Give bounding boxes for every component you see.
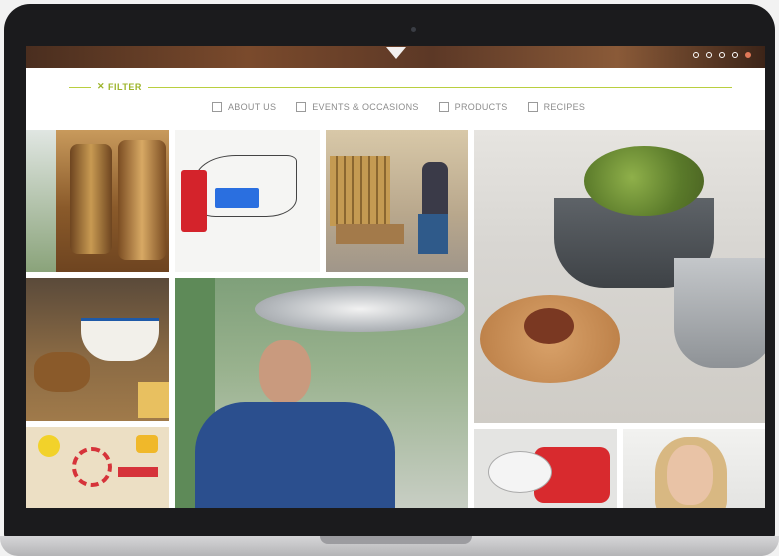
website-screen: ✕ FILTER ABOUT US EVENTS & OCCASIONS PRO…	[26, 46, 765, 508]
filter-toggle[interactable]: ✕ FILTER	[97, 81, 142, 92]
filter-option-about-us[interactable]: ABOUT US	[212, 102, 276, 112]
gallery-tile-product-sketch[interactable]	[175, 130, 320, 272]
filter-bar: ✕ FILTER ABOUT US EVENTS & OCCASIONS PRO…	[26, 68, 765, 130]
checkbox-about-us[interactable]	[212, 102, 222, 112]
filter-label: FILTER	[108, 81, 142, 92]
carousel-dot-1[interactable]	[693, 52, 699, 58]
checkbox-events[interactable]	[296, 102, 307, 112]
gallery-tile-warehouse-worker[interactable]	[326, 130, 468, 272]
carousel-dot-3[interactable]	[719, 52, 725, 58]
gallery-tile-kitchen-tools[interactable]	[26, 427, 169, 508]
close-icon: ✕	[97, 81, 106, 91]
gallery-tile-artichoke-pots[interactable]	[474, 130, 765, 423]
gallery-tile-portrait[interactable]	[623, 429, 765, 508]
divider-line	[69, 87, 91, 88]
gallery-tile-cheese-fondue[interactable]	[26, 278, 169, 421]
filter-option-label: EVENTS & OCCASIONS	[312, 102, 419, 112]
divider-line	[148, 87, 732, 88]
laptop-notch	[320, 536, 472, 544]
gallery-tile-red-pot[interactable]	[474, 429, 617, 508]
carousel-dots	[693, 52, 751, 58]
webcam	[411, 27, 416, 32]
scroll-down-chevron-icon[interactable]	[386, 47, 406, 59]
filter-option-recipes[interactable]: RECIPES	[527, 102, 586, 112]
carousel-dot-5[interactable]	[745, 52, 751, 58]
carousel-dot-4[interactable]	[732, 52, 738, 58]
checkbox-products[interactable]	[438, 102, 449, 112]
filter-option-events[interactable]: EVENTS & OCCASIONS	[296, 102, 418, 112]
header-banner	[26, 46, 765, 68]
filter-option-label: ABOUT US	[228, 102, 277, 112]
gallery-tile-factory-worker[interactable]	[175, 278, 468, 508]
filter-option-label: RECIPES	[543, 102, 586, 112]
filter-option-label: PRODUCTS	[454, 102, 508, 112]
filter-options: ABOUT US EVENTS & OCCASIONS PRODUCTS REC…	[212, 102, 585, 112]
carousel-dot-2[interactable]	[706, 52, 712, 58]
checkbox-recipes[interactable]	[527, 102, 538, 112]
filter-option-products[interactable]: PRODUCTS	[438, 102, 508, 112]
gallery-tile-bronze-bells[interactable]	[26, 130, 169, 272]
